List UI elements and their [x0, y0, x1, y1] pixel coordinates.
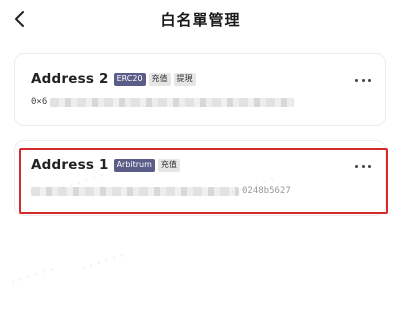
redacted-address — [31, 186, 239, 196]
address-name: Address 2 — [31, 71, 109, 87]
redacted-address — [50, 97, 295, 107]
address-prefix: 0×6 — [31, 97, 48, 107]
watermark: • • • • • • — [80, 251, 127, 275]
tag-badge: 充值 — [157, 158, 180, 172]
watermark: • • • • • • — [10, 265, 57, 289]
address-card-1[interactable]: Address 1 Arbitrum 充值 0248b5627 — [14, 140, 386, 216]
network-badge: Arbitrum — [113, 158, 155, 172]
wallet-address: 0×6 — [31, 95, 295, 109]
more-horizontal-icon — [355, 164, 358, 168]
address-card-header: Address 2 ERC20 充值 提現 — [31, 71, 199, 87]
address-card-header: Address 1 Arbitrum 充值 — [31, 157, 183, 173]
header-bar: 白名單管理 — [0, 0, 401, 40]
more-options-button[interactable] — [355, 77, 371, 83]
tag-badge: 提現 — [173, 72, 196, 86]
address-card-2[interactable]: Address 2 ERC20 充值 提現 0×6 — [14, 53, 386, 126]
network-badge: ERC20 — [113, 72, 146, 86]
tag-badge: 充值 — [148, 72, 171, 86]
address-name: Address 1 — [31, 157, 109, 173]
address-suffix: 0248b5627 — [242, 186, 291, 196]
more-horizontal-icon — [355, 78, 358, 82]
page-title: 白名單管理 — [160, 11, 241, 29]
more-options-button[interactable] — [355, 163, 371, 169]
wallet-address: 0248b5627 — [31, 184, 291, 198]
